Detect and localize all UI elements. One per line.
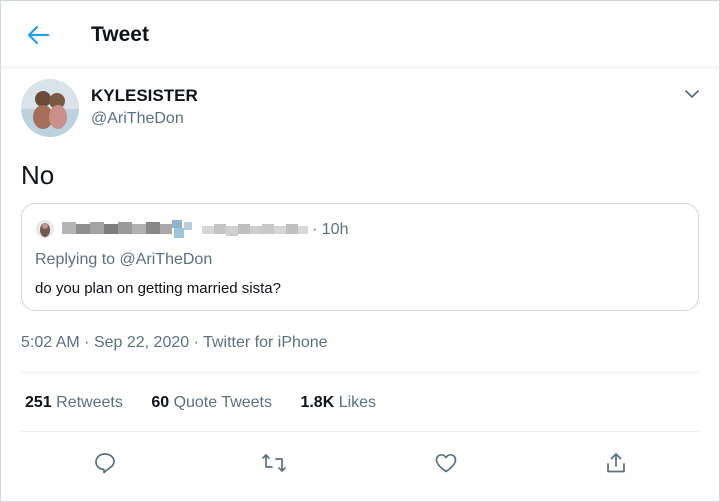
author-name[interactable]: KYLESISTER [91,85,198,107]
divider [21,431,699,432]
tweet-card: Tweet KYLESISTER @AriTheDon No · 10h Rep… [0,0,720,502]
tweet-stats: 251 Retweets 60 Quote Tweets 1.8K Likes [25,393,400,413]
retweets-count: 251 [25,394,52,411]
quoted-tweet[interactable]: · 10h Replying to @AriTheDon do you plan… [21,203,699,311]
author-handle[interactable]: @AriTheDon [91,109,184,129]
more-options-button[interactable] [681,83,703,105]
chevron-down-icon [685,90,699,98]
tweet-meta: 5:02 AM · Sep 22, 2020 · Twitter for iPh… [21,333,328,353]
page-header: Tweet [1,1,719,68]
replying-to-label: Replying to [35,251,116,268]
like-button[interactable] [432,449,460,477]
quote-tweets-stat[interactable]: 60 Quote Tweets [151,394,272,411]
quoted-timestamp: · 10h [312,221,349,238]
back-button[interactable] [23,21,53,49]
tweet-text: No [21,160,55,190]
meta-separator: · [84,334,94,351]
tweet-date[interactable]: Sep 22, 2020 [94,334,189,351]
share-button[interactable] [602,449,630,477]
page-title: Tweet [91,23,149,46]
retweet-button[interactable] [260,449,288,477]
likes-label: Likes [338,394,377,411]
pixelated-username [62,218,312,242]
reply-button[interactable] [91,449,119,477]
heart-icon [435,453,457,473]
share-icon [607,453,625,473]
avatar[interactable] [21,79,79,137]
likes-count: 1.8K [300,394,335,411]
replying-to-handle[interactable]: @AriTheDon [120,251,213,268]
divider [21,372,699,373]
replying-to: Replying to @AriTheDon [35,250,212,270]
quote-tweets-label: Quote Tweets [173,394,272,411]
retweet-icon [262,454,286,472]
meta-separator: · [193,334,204,351]
arrow-left-icon [27,25,49,45]
retweets-label: Retweets [56,394,123,411]
tweet-time[interactable]: 5:02 AM [21,334,80,351]
tweet-source[interactable]: Twitter for iPhone [203,334,328,351]
likes-stat[interactable]: 1.8K Likes [300,394,376,411]
quoted-avatar [36,220,54,238]
quote-tweets-count: 60 [151,394,170,411]
quoted-text: do you plan on getting married sista? [35,280,281,297]
retweets-stat[interactable]: 251 Retweets [25,394,123,411]
reply-icon [95,453,115,474]
